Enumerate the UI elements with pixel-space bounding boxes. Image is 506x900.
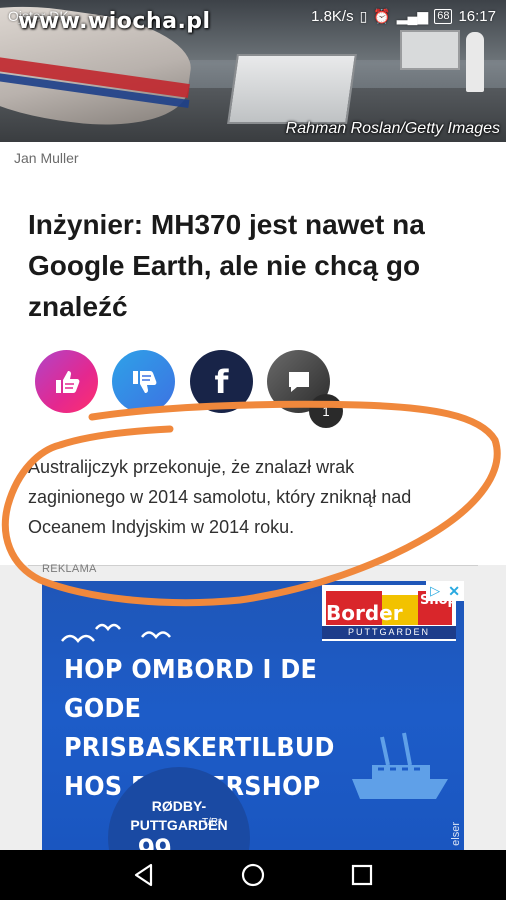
ad-vertical-text: elser <box>450 822 462 846</box>
logo-subtitle: PUTTGARDEN <box>322 626 456 639</box>
thumbs-up-icon <box>55 370 79 393</box>
watermark: www.wiocha.pl <box>18 9 211 34</box>
home-circle-icon <box>241 863 265 887</box>
network-speed: 1.8K/s <box>311 8 354 25</box>
hero-person <box>466 32 484 92</box>
reaction-bar: f 1 <box>35 350 355 430</box>
battery-icon: 68 <box>434 9 453 24</box>
ad-label: REKLAMA <box>42 563 97 575</box>
clock: 16:17 <box>458 8 496 25</box>
home-button[interactable] <box>233 855 273 895</box>
status-bar: Ojster DK www.wiocha.pl 1.8K/s ▯ ⏰ ▂▄▆ 6… <box>0 0 506 34</box>
badge-price: 99 <box>138 833 172 850</box>
seagulls-icon <box>61 623 171 643</box>
badge-place-line: RØDBY- <box>151 798 207 814</box>
vibrate-icon: ▯ <box>359 8 368 24</box>
hero-baggage-cart <box>227 54 357 124</box>
hero-baggage-cart <box>400 30 460 70</box>
comment-count-badge: 1 <box>309 394 343 428</box>
signal-icon: ▂▄▆ <box>396 8 429 24</box>
back-triangle-icon <box>135 863 153 887</box>
facebook-icon: f <box>214 362 229 401</box>
advertisement-banner[interactable]: HOP OMBORD I DE GODE PRISBASKERTILBUD HO… <box>42 581 464 850</box>
like-button[interactable] <box>35 350 98 413</box>
facebook-share-button[interactable]: f <box>190 350 253 413</box>
article-author[interactable]: Jan Muller <box>14 150 79 166</box>
badge-tr: T/R* <box>202 817 222 828</box>
recents-button[interactable] <box>342 855 382 895</box>
dislike-button[interactable] <box>112 350 175 413</box>
badge-place-line: PUTTGARDEN <box>130 817 228 833</box>
ad-headline-line: HOP OMBORD I DE <box>64 655 318 685</box>
alarm-icon: ⏰ <box>373 8 391 24</box>
back-button[interactable] <box>124 855 164 895</box>
article-title: Inżynier: MH370 jest nawet na Google Ear… <box>28 209 425 322</box>
close-ad-icon[interactable]: ✕ <box>448 583 460 600</box>
logo-word: Border <box>326 601 403 625</box>
thumbs-down-icon <box>132 370 156 393</box>
photo-credit: Rahman Roslan/Getty Images <box>285 120 500 137</box>
ad-controls: ▷ ✕ <box>426 581 464 601</box>
recents-square-icon <box>351 864 372 886</box>
ship-icon <box>352 732 448 799</box>
comment-icon <box>288 371 309 392</box>
badge-place: RØDBY- PUTTGARDEN <box>108 797 250 835</box>
status-icons: 1.8K/s ▯ ⏰ ▂▄▆ 68 16:17 <box>311 8 496 25</box>
adchoices-icon[interactable]: ▷ <box>430 583 440 599</box>
article-lead: Australijczyk przekonuje, że znalazł wra… <box>28 457 412 537</box>
android-nav-bar <box>0 850 506 900</box>
